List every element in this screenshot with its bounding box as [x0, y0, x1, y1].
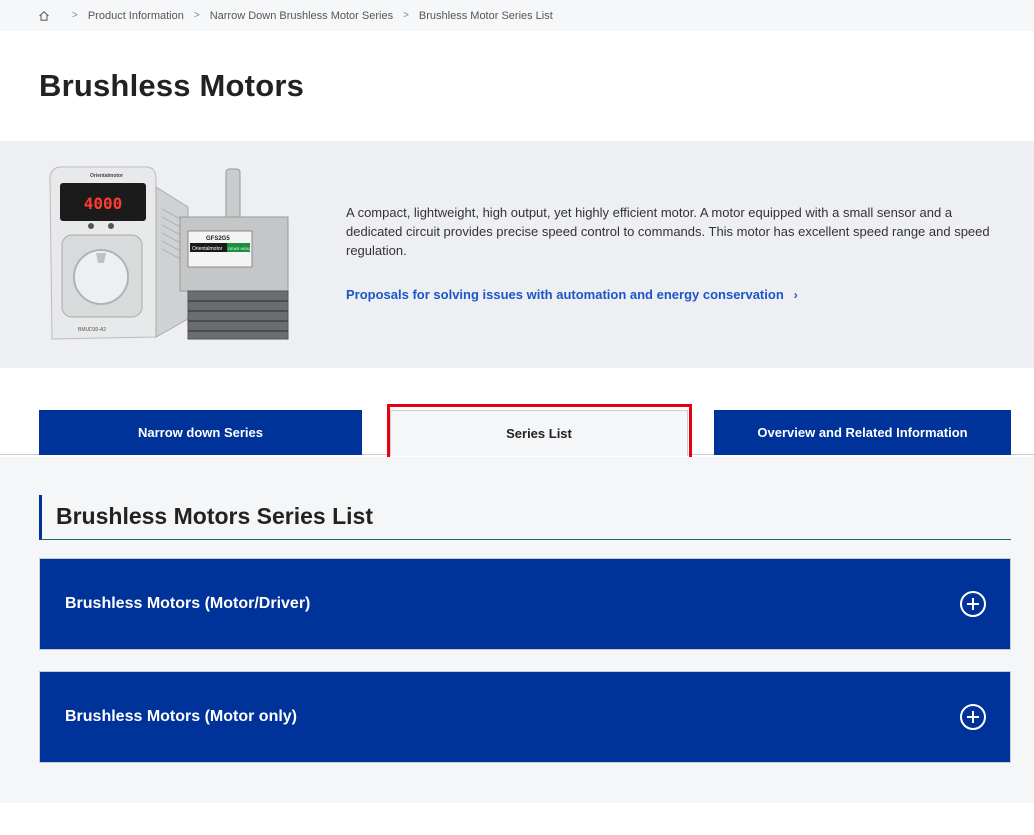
chevron-right-icon: › [793, 287, 798, 302]
series-list-section: Brushless Motors Series List Brushless M… [0, 457, 1034, 803]
breadcrumb-link-narrow-down[interactable]: Narrow Down Brushless Motor Series [210, 10, 393, 22]
plus-circle-icon[interactable] [960, 704, 986, 730]
title-area: Brushless Motors [0, 31, 1034, 141]
plus-circle-icon[interactable] [960, 591, 986, 617]
svg-text:BMUD30-A2: BMUD30-A2 [78, 327, 106, 333]
svg-text:Orientalmotor: Orientalmotor [90, 173, 123, 179]
breadcrumb-current: Brushless Motor Series List [418, 9, 553, 22]
breadcrumb-separator-icon: > [403, 10, 409, 21]
section-heading: Brushless Motors Series List [39, 495, 1011, 540]
accordion-label: Brushless Motors (Motor/Driver) [65, 595, 311, 612]
tab-narrow-down-series[interactable]: Narrow down Series [39, 410, 362, 455]
home-icon[interactable] [38, 10, 50, 22]
accordion-motor-driver[interactable]: Brushless Motors (Motor/Driver) [39, 558, 1011, 650]
hero-section: Orientalmotor 4000 BMUD30-A2 GFS2G5 Orie… [0, 141, 1034, 368]
footer-space [0, 803, 1034, 835]
breadcrumb-separator-icon: > [193, 10, 200, 21]
tab-overview-related-info[interactable]: Overview and Related Information [714, 410, 1011, 455]
svg-text:GFS2G5: GFS2G5 [206, 236, 230, 242]
proposals-link[interactable]: Proposals for solving issues with automa… [346, 287, 798, 302]
accordion-motor-only[interactable]: Brushless Motors (Motor only) [39, 671, 1011, 763]
proposals-link-label: Proposals for solving issues with automa… [346, 287, 784, 302]
svg-text:Orientalmotor: Orientalmotor [192, 246, 223, 252]
product-image: Orientalmotor 4000 BMUD30-A2 GFS2G5 Orie… [49, 166, 289, 340]
page-title: Brushless Motors [39, 68, 305, 103]
breadcrumb-link-product-information[interactable]: Product Information [88, 10, 184, 22]
breadcrumb: > Product Information > Narrow Down Brus… [0, 0, 1034, 31]
svg-text:GEAR HEAD: GEAR HEAD [228, 246, 252, 251]
accordion-label: Brushless Motors (Motor only) [65, 708, 298, 725]
tabs-area: Narrow down Series Series List Overview … [0, 368, 1034, 465]
tab-series-list[interactable]: Series List [390, 410, 688, 456]
breadcrumb-separator-icon: > [72, 10, 78, 21]
series-list-title: Brushless Motors Series List [56, 503, 373, 529]
hero-description: A compact, lightweight, high output, yet… [346, 205, 990, 258]
svg-text:4000: 4000 [84, 194, 123, 213]
